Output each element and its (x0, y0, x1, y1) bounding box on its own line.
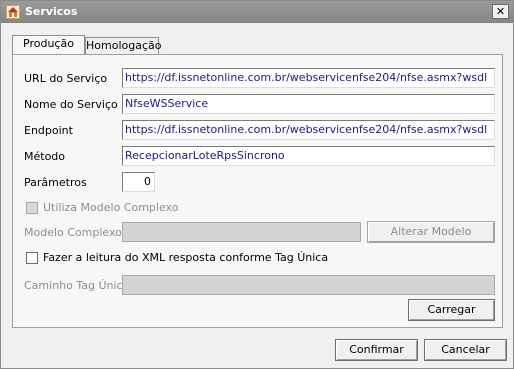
xml-read-checkbox[interactable] (26, 252, 38, 264)
service-name-label: Nome do Serviço (24, 98, 118, 111)
complex-model-label: Modelo Complexo (24, 226, 122, 239)
tab-producao[interactable]: Produção (12, 35, 85, 54)
endpoint-label: Endpoint (24, 124, 73, 137)
cancel-button[interactable]: Cancelar (424, 339, 507, 361)
tab-homologacao-label: Homologação (86, 39, 162, 52)
method-field[interactable]: RecepcionarLoteRpsSincrono (122, 146, 495, 166)
complex-model-field[interactable] (122, 222, 361, 242)
method-label: Método (24, 150, 66, 163)
load-button[interactable]: Carregar (408, 299, 495, 321)
window-title: Servicos (25, 5, 78, 18)
url-field[interactable]: https://df.issnetonline.com.br/webservic… (122, 68, 495, 88)
url-label: URL do Serviço (24, 72, 108, 85)
complex-model-checkbox-label: Utiliza Modelo Complexo (43, 201, 179, 214)
endpoint-field[interactable]: https://df.issnetonline.com.br/webservic… (122, 120, 495, 140)
services-dialog: Servicos ✕ Produção Homologação URL do S… (0, 0, 514, 369)
tag-path-field[interactable] (122, 275, 495, 295)
tag-path-label: Caminho Tag Única (24, 279, 130, 292)
tab-homologacao[interactable]: Homologação (85, 37, 162, 54)
alter-model-button[interactable]: Alterar Modelo (367, 221, 495, 243)
close-button[interactable]: ✕ (492, 4, 509, 19)
params-field[interactable]: 0 (122, 172, 155, 192)
app-icon (6, 5, 20, 19)
complex-model-checkbox[interactable] (26, 202, 38, 214)
confirm-button[interactable]: Confirmar (335, 339, 418, 361)
title-bar: Servicos ✕ (1, 1, 513, 23)
tab-panel-producao: URL do Serviço https://df.issnetonline.c… (12, 54, 503, 328)
service-name-field[interactable]: NfseWSService (122, 94, 495, 114)
tab-producao-label: Produção (23, 37, 74, 50)
xml-read-checkbox-label: Fazer a leitura do XML resposta conforme… (43, 251, 329, 264)
params-label: Parâmetros (24, 176, 87, 189)
